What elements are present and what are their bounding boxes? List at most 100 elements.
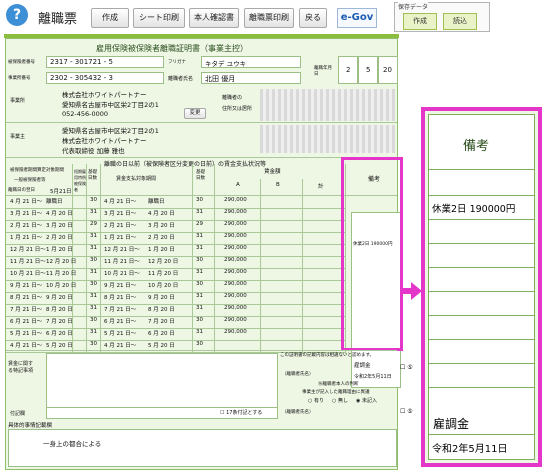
save-create-button[interactable]: 作成 [403, 13, 437, 30]
furigana-field[interactable]: キタデ ユウキ [201, 56, 301, 68]
sheet-print-button[interactable]: シート印刷 [133, 8, 185, 28]
zoom-rule [429, 387, 534, 388]
help-icon[interactable]: ? [6, 4, 28, 26]
save-data-group: 保存データ 作成 読込 [394, 2, 490, 32]
row-wage-to: 1 月 20 日 [148, 247, 175, 253]
company-phone: 052-456-0000 [62, 110, 109, 118]
row-wage-days: 30 [196, 317, 203, 323]
zoom-rule [429, 291, 534, 292]
employer-address: 愛知県名古屋市中区栄2丁目2の1 [62, 127, 159, 135]
employer-label: 事業所 [10, 98, 26, 104]
company-address: 愛知県名古屋市中区栄2丁目2の1 [62, 101, 159, 109]
row-wage-from: 9 月 21 日～ [104, 283, 137, 289]
zoom-header: 備考 [463, 139, 490, 154]
redacted-area [260, 125, 395, 153]
row-wage-amount: 290,000 [224, 281, 247, 287]
row-wage-from: 7 月 21 日～ [104, 307, 137, 313]
col-wage-period-header: 賃金支払対象期間 [116, 176, 157, 182]
row-wage-amount: 290,000 [224, 293, 247, 299]
row-to: 11 月 20 日 [46, 271, 77, 277]
egov-button[interactable]: e-Gov [337, 8, 377, 28]
office-number-field[interactable]: 2302 - 305432 - 3 [46, 72, 164, 84]
col-days-header: 基礎日数 [88, 170, 97, 181]
remarks-zoom-inner: 備考 休業2日 190000円 雇調金 令和2年5月11日 [428, 114, 535, 460]
col-total-header: 計 [318, 184, 324, 190]
wage-special-label: 賃金に関する特記事項 [8, 361, 34, 374]
remarks-highlight [341, 157, 403, 351]
row-from: 7 月 21 日～ [10, 307, 43, 313]
row-to: 12 月 20 日 [46, 259, 77, 265]
row-wage-to: 3 月 20 日 [148, 223, 175, 229]
row-from: 5 月 21 日～ [10, 331, 43, 337]
sep-day-field[interactable]: 20 [378, 56, 398, 84]
create-button[interactable]: 作成 [91, 8, 129, 28]
radio-yes[interactable]: ○ 有り [308, 397, 324, 404]
row-wage-amount: 290,000 [224, 221, 247, 227]
divider [6, 157, 397, 158]
row-to: 6 月 20 日 [46, 331, 73, 337]
load-button[interactable]: 読込 [443, 13, 477, 30]
redacted-address [260, 89, 395, 121]
zoom-rule [429, 195, 534, 196]
row-from: 2 月 21 日～ [10, 223, 43, 229]
wage-special-field[interactable] [46, 353, 278, 409]
separated-person-label: 離職者の [222, 95, 243, 101]
employer-info-label: 事業主 [10, 134, 26, 140]
separated-name-label-2: （離職者氏名） [282, 410, 314, 415]
separation-certificate-form: 雇用保険被保険者離職証明書（事業主控） 被保険者番号 2317 - 301721… [5, 38, 403, 470]
row-wage-from: 8 月 21 日～ [104, 295, 137, 301]
row-wage-amount: 290,000 [224, 197, 247, 203]
row-wage-amount: 290,000 [224, 233, 247, 239]
row-days: 31 [90, 233, 97, 239]
name-field[interactable]: 北田 優月 [201, 72, 301, 84]
row-to: 10 月 20 日 [46, 283, 77, 289]
radio-no-label: 無し [337, 398, 348, 404]
row-wage-to: 5 月 20 日 [148, 343, 175, 349]
row-wage-from: 1 月 21 日～ [104, 235, 137, 241]
sep-month-value: 5 [366, 66, 371, 74]
row-days: 30 [90, 281, 97, 287]
identity-doc-button[interactable]: 本人確認書 [189, 8, 239, 28]
sep-month-field[interactable]: 5 [358, 56, 378, 84]
col-base-days-header: 基礎日数 [196, 170, 205, 181]
col-b-header: B [276, 182, 280, 188]
row-wage-to: 7 月 20 日 [148, 319, 175, 325]
row-days: 31 [90, 293, 97, 299]
divider [6, 350, 397, 351]
note-17-checkbox[interactable]: ☐ 17条付記とする [220, 409, 262, 416]
zoom-remark-1: 休業2日 190000円 [432, 204, 516, 215]
separation-print-button[interactable]: 離職票印刷 [244, 8, 294, 28]
judgment-sub-label: 事業主が記入した離職理由に異議 [302, 390, 370, 395]
insured-number-field[interactable]: 2317 - 301721 - 5 [46, 56, 164, 68]
row-wage-from: 4 月 21 日～ [104, 199, 137, 205]
cutoff-label: ☐ ⑤ [400, 364, 413, 371]
change-button[interactable]: 変更 [184, 108, 206, 119]
radio-unfilled[interactable]: ◉ 未記入 [356, 397, 377, 404]
col-a-header: A [236, 182, 240, 188]
note-17-label: 17条付記とする [226, 410, 263, 416]
furigana-label: フリガナ [168, 60, 186, 65]
row-wage-to: 8 月 20 日 [148, 307, 175, 313]
radio-no[interactable]: ○ 無し [332, 397, 348, 404]
row-to: 5 月 20 日 [46, 343, 73, 349]
row-days: 29 [90, 221, 97, 227]
judgment-label: ⑯離職者本人の判断 [318, 382, 359, 387]
col-divider [86, 164, 87, 354]
zoom-rule [429, 434, 534, 435]
form-title: 雇用保険被保険者離職証明書（事業主控） [96, 44, 248, 53]
back-button[interactable]: 戻る [299, 8, 327, 28]
divider [6, 122, 397, 123]
toolbar: ? 離職票 作成 シート印刷 本人確認書 離職票印刷 戻る e-Gov 保存デー… [0, 0, 545, 34]
specific-field[interactable]: 一身上の都合による [8, 429, 397, 467]
certification-text: この証明書の記載内容は相違ないと認めます。 [280, 353, 375, 358]
row-from: 9 月 21 日～ [10, 283, 43, 289]
window-title: 離職票 [38, 12, 78, 27]
row-wage-days: 31 [196, 233, 203, 239]
sep-year-field[interactable]: 2 [338, 56, 358, 84]
row-from: 6 月 21 日～ [10, 319, 43, 325]
row-wage-days: 30 [196, 257, 203, 263]
row-to: 2 月 20 日 [46, 235, 73, 241]
divider [6, 195, 397, 196]
row-wage-amount: 290,000 [224, 209, 247, 215]
row-wage-amount: 290,000 [224, 317, 247, 323]
